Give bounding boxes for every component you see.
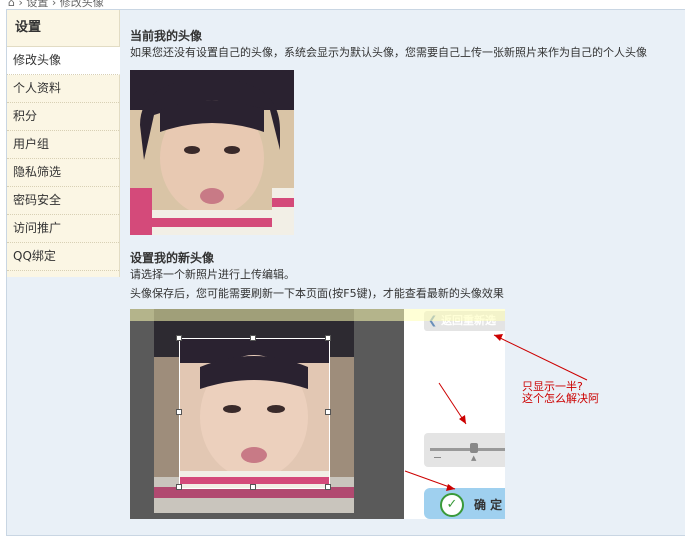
sidebar-title: 设置 <box>7 10 119 47</box>
crop-handle[interactable] <box>325 484 331 490</box>
crop-handle[interactable] <box>325 409 331 415</box>
settings-frame: 设置 修改头像 个人资料 积分 用户组 隐私筛选 密码安全 访问推广 QQ绑定 … <box>6 9 685 536</box>
breadcrumb-separator: › <box>51 0 57 8</box>
slider-track <box>430 448 505 451</box>
current-avatar-heading: 当前我的头像 <box>130 29 203 43</box>
editor-control-panel: ❮ 返回重新选 ▲ ✓ 确 定 <box>404 309 505 519</box>
sidebar-item-password[interactable]: 密码安全 <box>7 187 119 215</box>
sidebar-item-privacy[interactable]: 隐私筛选 <box>7 159 119 187</box>
new-avatar-heading: 设置我的新头像 <box>130 251 215 265</box>
crop-handle[interactable] <box>176 335 182 341</box>
sidebar-item-qq[interactable]: QQ绑定 <box>7 243 119 271</box>
breadcrumb-separator: › <box>18 0 23 8</box>
sidebar-item-promotion[interactable]: 访问推广 <box>7 215 119 243</box>
breadcrumb-current: 修改头像 <box>59 0 104 8</box>
sidebar: 设置 修改头像 个人资料 积分 用户组 隐私筛选 密码安全 访问推广 QQ绑定 <box>7 10 120 277</box>
current-avatar-description: 如果您还没有设置自己的头像，系统会显示为默认头像，您需要自己上传一张新照片来作为… <box>130 46 647 59</box>
annotation-note: 只显示一半? 这个怎么解决阿 <box>522 381 599 405</box>
crop-handle[interactable] <box>250 335 256 341</box>
crop-handle[interactable] <box>176 409 182 415</box>
editor-top-overlay <box>130 309 505 321</box>
slider-marker-icon: ▲ <box>471 454 477 462</box>
breadcrumb-settings[interactable]: 设置 <box>26 0 48 8</box>
slider-thumb[interactable] <box>470 443 478 453</box>
breadcrumb: ⌂ › 设置 › 修改头像 <box>0 0 685 8</box>
sidebar-item-profile[interactable]: 个人资料 <box>7 75 119 103</box>
crop-handle[interactable] <box>325 335 331 341</box>
current-avatar-image <box>130 70 294 235</box>
new-avatar-refresh-note: 头像保存后，您可能需要刷新一下本页面(按F5键)，才能查看最新的头像效果 <box>130 287 504 300</box>
avatar-editor[interactable]: ❮ 返回重新选 ▲ ✓ 确 定 <box>130 309 505 519</box>
home-icon[interactable]: ⌂ <box>8 0 15 8</box>
sidebar-item-usergroup[interactable]: 用户组 <box>7 131 119 159</box>
crop-handle[interactable] <box>250 484 256 490</box>
confirm-button[interactable]: ✓ 确 定 <box>424 488 505 519</box>
annotation-line-2: 这个怎么解决阿 <box>522 392 599 405</box>
zoom-slider[interactable]: ▲ <box>424 433 505 467</box>
crop-handle[interactable] <box>176 484 182 490</box>
sidebar-item-credits[interactable]: 积分 <box>7 103 119 131</box>
crop-selection[interactable] <box>179 338 330 489</box>
zoom-out-icon[interactable] <box>434 457 441 458</box>
main-content: 当前我的头像 如果您还没有设置自己的头像，系统会显示为默认头像，您需要自己上传一… <box>130 10 685 535</box>
check-icon: ✓ <box>440 493 464 517</box>
sidebar-item-avatar[interactable]: 修改头像 <box>7 47 120 75</box>
new-avatar-instruction: 请选择一个新照片进行上传编辑。 <box>130 268 295 281</box>
